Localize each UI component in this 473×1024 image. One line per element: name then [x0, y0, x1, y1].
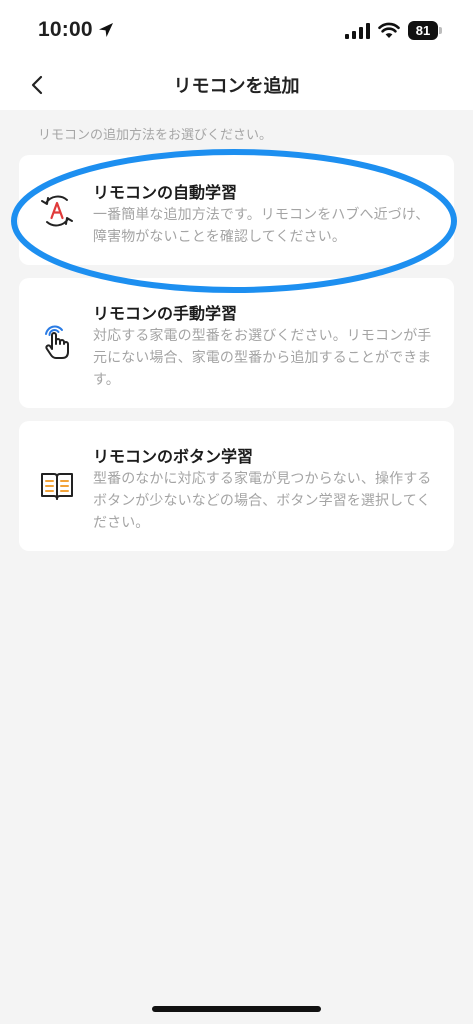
battery-indicator: 81 [408, 21, 438, 40]
location-arrow-icon [99, 23, 113, 37]
hand-tap-icon [45, 325, 69, 359]
book-icon [41, 473, 73, 500]
header-area: 10:00 81 リモコンを追加 [0, 0, 473, 110]
option-description: 一番簡単な追加方法です。リモコンをハブへ近づけ、障害物がないことを確認してくださ… [93, 207, 430, 245]
option-title: リモコンの手動学習 [93, 304, 238, 323]
option-title: リモコンの自動学習 [93, 183, 238, 202]
home-indicator [152, 1006, 321, 1012]
status-bar: 10:00 81 [0, 0, 473, 60]
option-auto-learn[interactable]: リモコンの自動学習 一番簡単な追加方法です。リモコンをハブへ近づけ、障害物がない… [19, 155, 454, 265]
navigation-bar: リモコンを追加 [0, 60, 473, 110]
battery-level: 81 [415, 23, 431, 38]
auto-learn-icon [41, 195, 73, 227]
option-description: 対応する家電の型番をお選びください。リモコンが手元にない場合、家電の型番から追加… [93, 328, 432, 388]
cellular-signal-icon [345, 23, 370, 39]
page-title: リモコンを追加 [173, 76, 300, 97]
wifi-icon [378, 22, 400, 38]
instruction-text: リモコンの追加方法をお選びください。 [38, 128, 273, 143]
status-time: 10:00 [38, 18, 93, 41]
battery-cap [439, 27, 442, 34]
option-description: 型番のなかに対応する家電が見つからない、操作するボタンが少ないなどの場合、ボタン… [93, 471, 432, 531]
option-title: リモコンのボタン学習 [93, 447, 254, 466]
option-button-learn[interactable]: リモコンのボタン学習 型番のなかに対応する家電が見つからない、操作するボタンが少… [19, 421, 454, 551]
option-manual-learn[interactable]: リモコンの手動学習 対応する家電の型番をお選びください。リモコンが手元にない場合… [19, 278, 454, 408]
